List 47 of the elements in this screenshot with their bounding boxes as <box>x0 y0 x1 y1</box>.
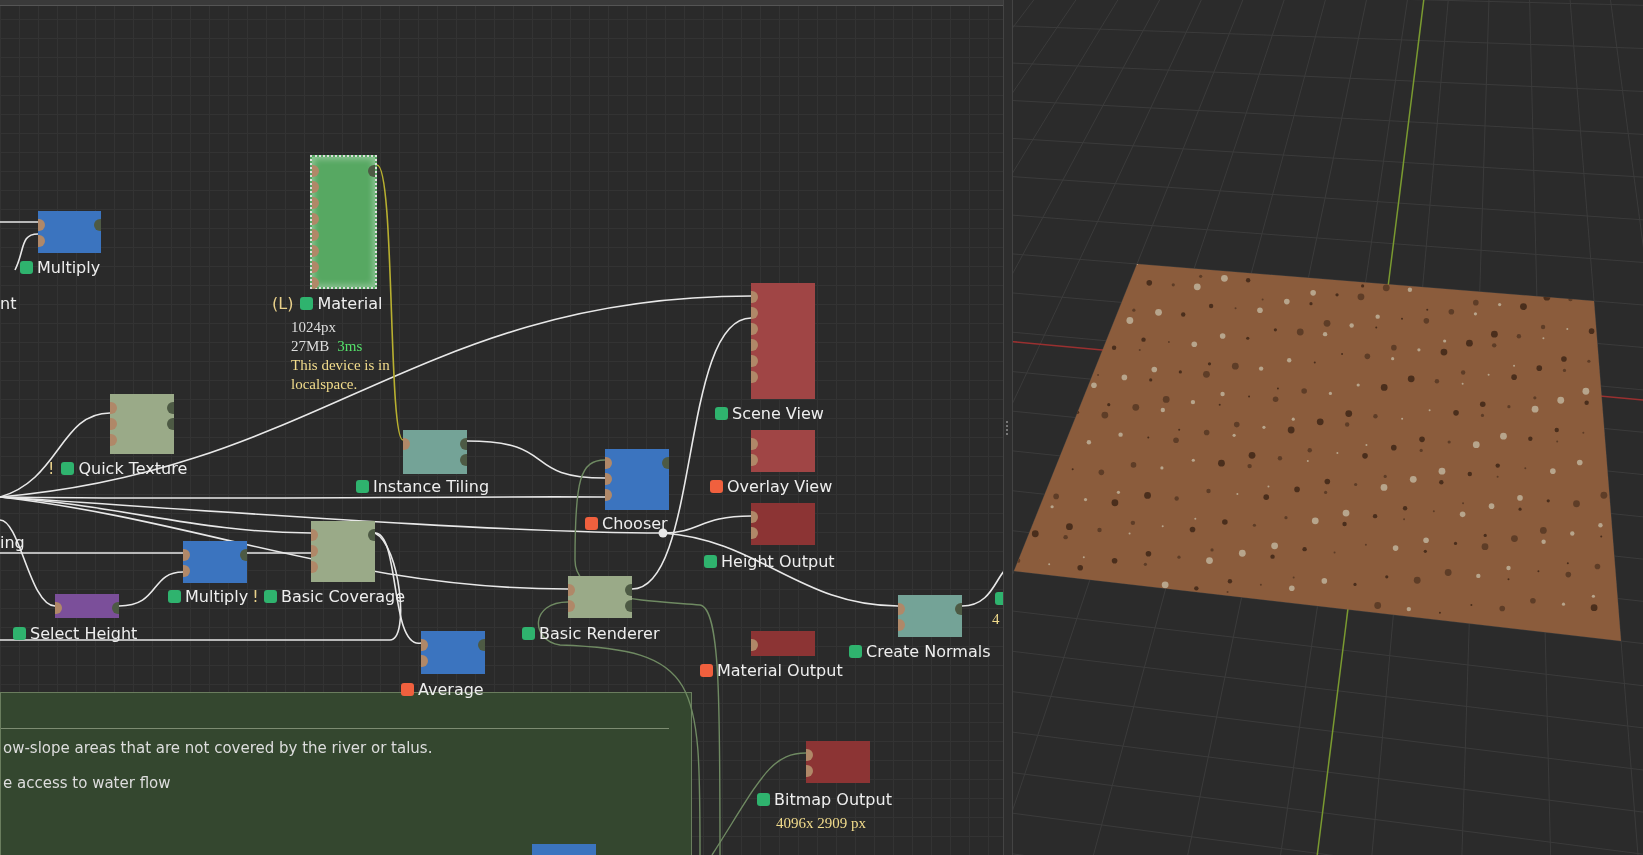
node-label: Create Normals <box>866 642 991 661</box>
node-label: nt <box>0 294 17 313</box>
comment-text: e access to water flow <box>3 774 172 792</box>
graph-node[interactable] <box>311 521 375 582</box>
graph-node[interactable] <box>898 595 962 637</box>
connection-wire <box>961 569 1003 607</box>
graph-node[interactable] <box>403 430 467 474</box>
flag-label: ! <box>252 587 259 606</box>
graph-node[interactable] <box>421 631 485 674</box>
graph-node[interactable] <box>806 741 870 783</box>
node-label: Chooser <box>602 514 668 533</box>
splitter-handle[interactable] <box>1006 420 1010 435</box>
graph-node[interactable] <box>532 844 596 855</box>
wire-junction[interactable] <box>658 528 668 538</box>
memory-usage: 27MB <box>291 337 330 356</box>
comment-text: ow-slope areas that are not covered by the river or talus. <box>3 739 434 757</box>
graph-node[interactable] <box>310 155 377 289</box>
connection-wire <box>14 233 39 271</box>
node-label: Multiply <box>37 258 101 277</box>
node-label: Overlay View <box>727 477 833 496</box>
node-label: Bitmap Output <box>774 790 892 809</box>
node-note: This device is in localspace. <box>291 356 391 394</box>
graph-node[interactable] <box>55 594 119 618</box>
graph-node[interactable] <box>751 631 815 656</box>
node-info: 4 <box>992 611 1000 628</box>
flag-label: (L) <box>272 294 294 313</box>
node-label: Material <box>317 294 383 313</box>
node-info: 4096x 2909 px <box>776 814 867 833</box>
node-label: Instance Tiling <box>373 477 490 496</box>
graph-node[interactable] <box>605 449 669 510</box>
graph-node[interactable] <box>751 283 815 399</box>
node-label: Average <box>418 680 484 699</box>
node-label: Multiply <box>185 587 249 606</box>
node-label: Basic Renderer <box>539 624 660 643</box>
node-label: Scene View <box>732 404 824 423</box>
graph-node[interactable] <box>38 211 101 253</box>
flag-label: ! <box>48 459 55 478</box>
connection-wire <box>0 221 39 223</box>
node-label: Select Height <box>30 624 138 643</box>
compute-time: 3ms <box>337 337 363 356</box>
graph-node[interactable] <box>183 541 247 583</box>
graph-node[interactable] <box>568 576 632 618</box>
graph-node[interactable] <box>751 503 815 545</box>
node-info: 1024px <box>291 318 337 337</box>
graph-node[interactable] <box>110 394 174 454</box>
node-label: Material Output <box>717 661 843 680</box>
graph-node[interactable] <box>751 430 815 472</box>
